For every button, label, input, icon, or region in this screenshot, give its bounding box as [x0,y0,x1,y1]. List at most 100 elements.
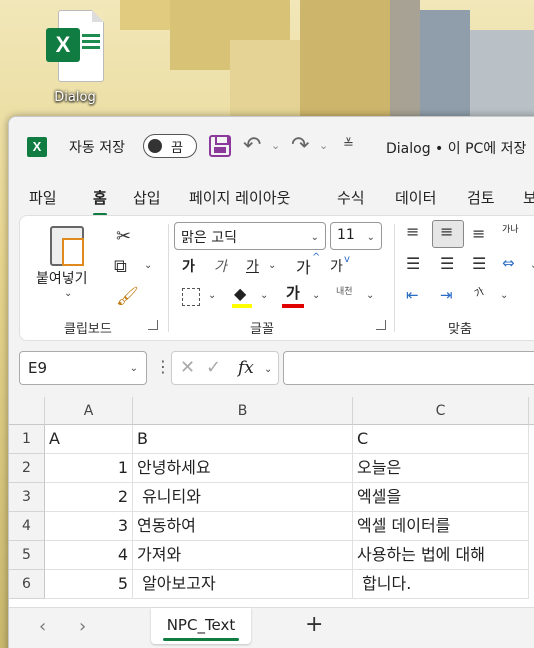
table-cell[interactable]: 4 [45,541,133,570]
undo-icon[interactable]: ↶ [243,133,261,158]
sheet-tab-label: NPC_Text [166,616,236,634]
font-group-label: 글꼴 [250,322,274,337]
tab-view[interactable]: 보 [523,187,534,208]
column-header[interactable] [529,397,534,425]
customize-toolbar-icon[interactable]: ≚ [343,137,354,152]
align-bottom-icon[interactable]: ≡ [472,224,485,243]
undo-dropdown-icon[interactable]: ⌄ [271,139,280,152]
underline-button[interactable]: 가 [246,256,259,276]
table-cell[interactable]: 5 [45,570,133,599]
borders-dropdown-icon[interactable]: ⌄ [208,290,216,301]
autosave-state: 끔 [171,141,183,156]
document-title: Dialog • 이 PC에 저장 [386,141,527,157]
paste-dropdown-icon[interactable]: ⌄ [64,288,72,299]
row-header[interactable]: 1 [9,425,45,454]
enter-icon[interactable]: ✓ [206,357,221,378]
table-cell[interactable]: 엑셀 데이터를 [353,512,529,541]
sheet-tab-bar: ‹ › NPC_Text + [9,607,534,648]
orientation-button[interactable]: 가 [471,283,486,300]
font-size-select[interactable]: 11 ⌄ [330,222,382,250]
font-name-select[interactable]: 맑은 고딕 ⌄ [174,222,326,250]
sheet-tab[interactable]: NPC_Text [151,608,251,644]
table-cell[interactable]: A [45,425,133,454]
phonetic-button[interactable]: 내천 [336,284,353,297]
tab-page-layout[interactable]: 페이지 레이아웃 [189,187,290,208]
decrease-indent-icon[interactable]: ⇤ [406,286,419,304]
paste-label[interactable]: 붙여넣기 [36,268,88,288]
formula-bar: E9 ⌄ ⋮ ✕ ✓ fx ⌄ [9,351,534,387]
insert-function-button[interactable]: fx [238,358,254,378]
autosave-label: 자동 저장 [69,140,125,156]
copy-icon[interactable]: ⧉ [114,256,127,277]
add-sheet-button[interactable]: + [305,612,323,637]
row-header[interactable]: 2 [9,454,45,483]
next-sheet-icon[interactable]: › [79,616,86,637]
merge-center-icon[interactable]: ⇔ [502,254,515,272]
font-launcher-icon[interactable] [376,320,386,330]
table-cell[interactable]: 1 [45,454,133,483]
table-cell[interactable]: 유니티와 [133,483,353,512]
wrap-text-button[interactable]: 가나 [502,222,519,235]
table-cell[interactable]: C [353,425,529,454]
table-cell[interactable]: 알아보고자 [133,570,353,599]
row-header[interactable]: 3 [9,483,45,512]
tab-home[interactable]: 홈 [93,187,107,216]
shrink-font-button[interactable]: 가 [330,256,343,276]
save-icon[interactable] [209,135,231,157]
column-header[interactable]: C [353,397,529,425]
font-color-button[interactable]: 가 [286,282,300,303]
phonetic-dropdown-icon[interactable]: ⌄ [366,290,374,301]
tab-data[interactable]: 데이터 [395,187,436,208]
align-center-icon[interactable]: ☰ [440,254,454,273]
table-cell[interactable]: 3 [45,512,133,541]
align-right-icon[interactable]: ☰ [472,254,486,273]
copy-dropdown-icon[interactable]: ⌄ [144,260,152,271]
align-top-icon[interactable]: ≡ [406,222,419,241]
table-cell[interactable]: 2 [45,483,133,512]
bold-button[interactable]: 가 [182,256,195,276]
select-all-corner[interactable] [9,397,45,425]
desktop-icon-label: Dialog [54,90,96,105]
autosave-toggle[interactable]: 끔 [143,134,197,158]
underline-dropdown-icon[interactable]: ⌄ [268,260,276,271]
redo-dropdown-icon[interactable]: ⌄ [319,139,328,152]
table-cell[interactable]: 사용하는 법에 대해 [353,541,529,570]
font-color-dropdown-icon[interactable]: ⌄ [312,290,320,301]
format-painter-icon[interactable]: 🖌 [116,286,139,307]
borders-icon[interactable] [182,288,200,306]
increase-indent-icon[interactable]: ⇥ [440,286,453,304]
formula-input[interactable] [283,351,534,385]
orientation-dropdown-icon[interactable]: ⌄ [500,290,508,301]
cut-icon[interactable]: ✂ [116,226,131,247]
tab-review[interactable]: 검토 [467,187,495,208]
column-header[interactable]: A [45,397,133,425]
name-box[interactable]: E9 ⌄ [19,351,147,385]
grow-font-button[interactable]: 가 [296,254,311,278]
fill-color-dropdown-icon[interactable]: ⌄ [260,290,268,301]
row-header[interactable]: 6 [9,570,45,599]
table-cell[interactable]: 가져와 [133,541,353,570]
table-cell[interactable]: 연동하여 [133,512,353,541]
tab-file[interactable]: 파일 [29,187,57,208]
align-left-icon[interactable]: ☰ [406,254,420,273]
merge-dropdown-icon[interactable]: ⌄ [530,260,534,271]
prev-sheet-icon[interactable]: ‹ [39,616,46,637]
table-cell[interactable]: 안녕하세요 [133,454,353,483]
excel-file-icon: X [44,10,106,84]
table-cell[interactable]: 오늘은 [353,454,529,483]
row-header[interactable]: 5 [9,541,45,570]
table-cell[interactable]: 엑셀을 [353,483,529,512]
table-cell[interactable]: 합니다. [353,570,529,599]
column-header[interactable]: B [133,397,353,425]
desktop-file-icon[interactable]: X Dialog [36,10,114,105]
clipboard-launcher-icon[interactable] [148,320,158,330]
italic-button[interactable]: 가 [214,256,227,276]
row-header[interactable]: 4 [9,512,45,541]
fill-color-icon[interactable]: ◆ [234,284,246,303]
cancel-icon[interactable]: ✕ [180,357,195,378]
tab-insert[interactable]: 삽입 [133,187,161,208]
redo-icon[interactable]: ↷ [291,133,309,158]
table-cell[interactable]: B [133,425,353,454]
more-options-icon[interactable]: ⋮ [155,357,171,376]
tab-formulas[interactable]: 수식 [337,187,365,208]
